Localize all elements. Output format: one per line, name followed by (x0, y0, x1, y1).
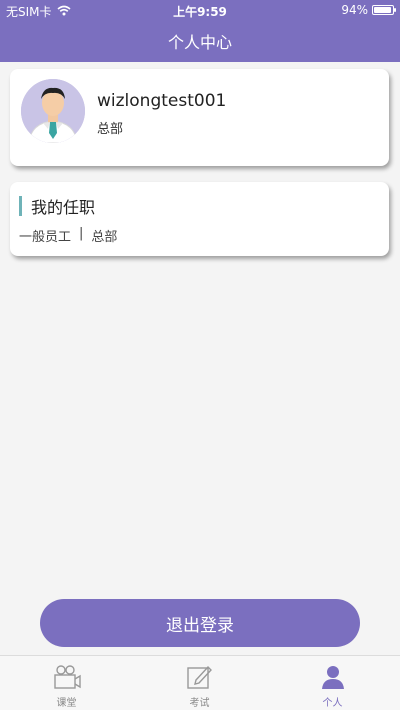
status-right: 94% (341, 3, 396, 17)
job-separator: | (79, 226, 84, 241)
tab-personal-label: 个人 (322, 698, 343, 709)
tab-personal[interactable]: 个人 (266, 656, 399, 710)
job-card: 我的任职 一般员工 | 总部 (10, 182, 389, 256)
status-time: 上午9:59 (173, 5, 227, 19)
tab-classroom[interactable]: 课堂 (0, 656, 133, 710)
logout-button[interactable]: 退出登录 (40, 599, 360, 647)
classroom-icon (53, 664, 81, 694)
person-avatar-icon (21, 79, 85, 143)
job-info: 一般员工 | 总部 (19, 226, 117, 245)
accent-bar (19, 196, 22, 216)
username: wizlongtest001 (97, 91, 227, 111)
tab-bar: 课堂 考试 个人 (0, 655, 400, 710)
tab-exam-label: 考试 (189, 698, 210, 709)
tab-exam[interactable]: 考试 (133, 656, 266, 710)
tab-classroom-label: 课堂 (56, 698, 77, 709)
logout-label: 退出登录 (166, 615, 234, 636)
person-icon (319, 664, 347, 694)
profile-card[interactable]: wizlongtest001 总部 (10, 69, 389, 166)
nav-bar: 个人中心 (0, 20, 400, 62)
job-header: 我的任职 (19, 194, 95, 218)
battery-icon (372, 5, 396, 15)
battery-percent: 94% (341, 3, 368, 17)
status-bar: 无SIM卡 上午9:59 94% (0, 0, 400, 20)
exam-edit-icon (186, 664, 214, 694)
job-department: 总部 (91, 230, 118, 245)
profile-department: 总部 (97, 122, 124, 137)
page-title: 个人中心 (167, 33, 232, 52)
job-title: 我的任职 (31, 198, 96, 217)
job-position: 一般员工 (19, 230, 72, 245)
